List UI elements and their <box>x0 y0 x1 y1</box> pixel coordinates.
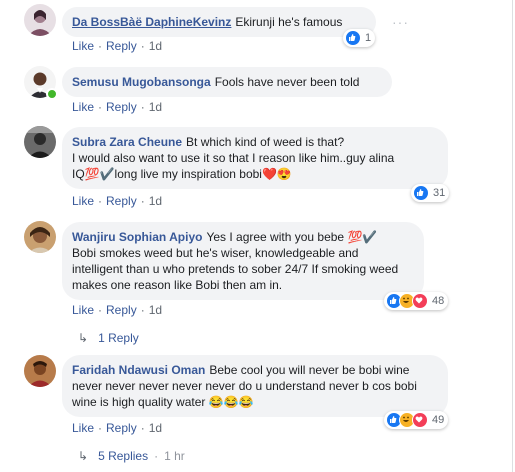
like-link[interactable]: Like <box>72 303 94 317</box>
comment-bubble: Semusu Mugobansonga Fools have never been… <box>62 67 392 97</box>
separator: · <box>98 303 103 317</box>
comment-actions: Like · Reply · 1d <box>72 194 162 208</box>
reaction-summary[interactable]: 49 <box>384 411 449 429</box>
timestamp[interactable]: 1d <box>149 100 162 114</box>
avatar[interactable] <box>24 4 56 36</box>
avatar[interactable] <box>24 221 56 253</box>
timestamp[interactable]: 1d <box>149 39 162 53</box>
comment-text-line: IQ💯✔️long live my inspiration bobi❤️😍 <box>72 167 292 181</box>
comment-author[interactable]: Semusu Mugobansonga <box>72 75 211 89</box>
comment-bubble: Subra Zara Cheune Bt which kind of weed i… <box>62 127 448 189</box>
comment-text-line: I would also want to use it so that I re… <box>72 151 395 165</box>
like-link[interactable]: Like <box>72 194 94 208</box>
reaction-count: 1 <box>365 32 372 44</box>
view-replies[interactable]: ↳ 1 Reply <box>78 331 139 345</box>
more-options-icon[interactable]: ··· <box>392 14 409 30</box>
comment-author[interactable]: Faridah Ndawusi Oman <box>72 363 205 377</box>
comment-text-line: never never never never never do u under… <box>72 379 417 393</box>
comment-text: Ekirunji he's famous <box>235 15 343 29</box>
comment-actions: Like · Reply · 1d <box>72 39 162 53</box>
feed-divider <box>512 0 513 472</box>
comment-actions: Like · Reply · 1d <box>72 421 162 435</box>
comment-author[interactable]: Da BossBàë DaphineKevinz <box>72 15 231 29</box>
replies-link[interactable]: 1 Reply <box>98 331 139 345</box>
separator: · <box>98 100 103 114</box>
comment-author[interactable]: Wanjiru Sophian Apiyo <box>72 230 202 244</box>
avatar[interactable] <box>24 355 56 387</box>
like-reaction-icon <box>345 30 361 46</box>
comment-bubble: Faridah Ndawusi Oman Bebe cool you will n… <box>62 355 448 417</box>
timestamp[interactable]: 1d <box>149 421 162 435</box>
separator: · <box>140 303 145 317</box>
like-link[interactable]: Like <box>72 39 94 53</box>
reply-link[interactable]: Reply <box>106 194 137 208</box>
reply-link[interactable]: Reply <box>106 100 137 114</box>
reply-link[interactable]: Reply <box>106 39 137 53</box>
comment-text-line: Bobi smokes weed but he's wiser, knowled… <box>72 246 359 260</box>
separator: · <box>140 39 145 53</box>
comment-bubble: Da BossBàë DaphineKevinz Ekirunji he's fa… <box>62 7 376 37</box>
reaction-count: 31 <box>433 187 446 199</box>
reply-arrow-icon: ↳ <box>78 331 89 345</box>
reaction-count: 48 <box>432 295 445 307</box>
comment-actions: Like · Reply · 1d <box>72 303 162 317</box>
timestamp[interactable]: 1d <box>149 303 162 317</box>
reaction-summary[interactable]: 1 <box>343 29 376 47</box>
comment-text-line: Bt which kind of weed is that? <box>186 135 345 149</box>
timestamp[interactable]: 1d <box>149 194 162 208</box>
separator: · <box>98 194 103 208</box>
reaction-summary[interactable]: 31 <box>411 184 450 202</box>
separator: · <box>140 194 145 208</box>
separator: · <box>98 39 103 53</box>
reply-arrow-icon: ↳ <box>78 449 89 463</box>
like-link[interactable]: Like <box>72 421 94 435</box>
love-reaction-icon <box>412 412 428 428</box>
comment-bubble: Wanjiru Sophian Apiyo Yes I agree with yo… <box>62 222 424 300</box>
replies-timestamp: 1 hr <box>164 449 185 463</box>
online-status-icon <box>46 88 58 100</box>
comment-actions: Like · Reply · 1d <box>72 100 162 114</box>
reply-link[interactable]: Reply <box>106 303 137 317</box>
comment-text-line: wine is high quality water 😂😂😂 <box>72 395 254 409</box>
comment-text-line: intelligent than u who pretends to sober… <box>72 262 399 276</box>
reply-link[interactable]: Reply <box>106 421 137 435</box>
comment-text-line: makes one reason like Bobi then am in. <box>72 278 283 292</box>
view-replies[interactable]: ↳ 5 Replies · 1 hr <box>78 449 185 463</box>
love-reaction-icon <box>412 293 428 309</box>
like-link[interactable]: Like <box>72 100 94 114</box>
reaction-count: 49 <box>432 414 445 426</box>
separator: · <box>98 421 103 435</box>
avatar[interactable] <box>24 126 56 158</box>
separator: · <box>140 421 145 435</box>
like-reaction-icon <box>413 185 429 201</box>
replies-link[interactable]: 5 Replies <box>98 449 148 463</box>
comment-text: Fools have never been told <box>214 75 360 89</box>
reaction-summary[interactable]: 48 <box>384 292 449 310</box>
comment-text-line: Yes I agree with you bebe 💯✔️ <box>206 230 378 244</box>
separator: · <box>154 449 159 463</box>
separator: · <box>140 100 145 114</box>
comment-text-line: Bebe cool you will never be bobi wine <box>209 363 410 377</box>
comment-author[interactable]: Subra Zara Cheune <box>72 135 182 149</box>
